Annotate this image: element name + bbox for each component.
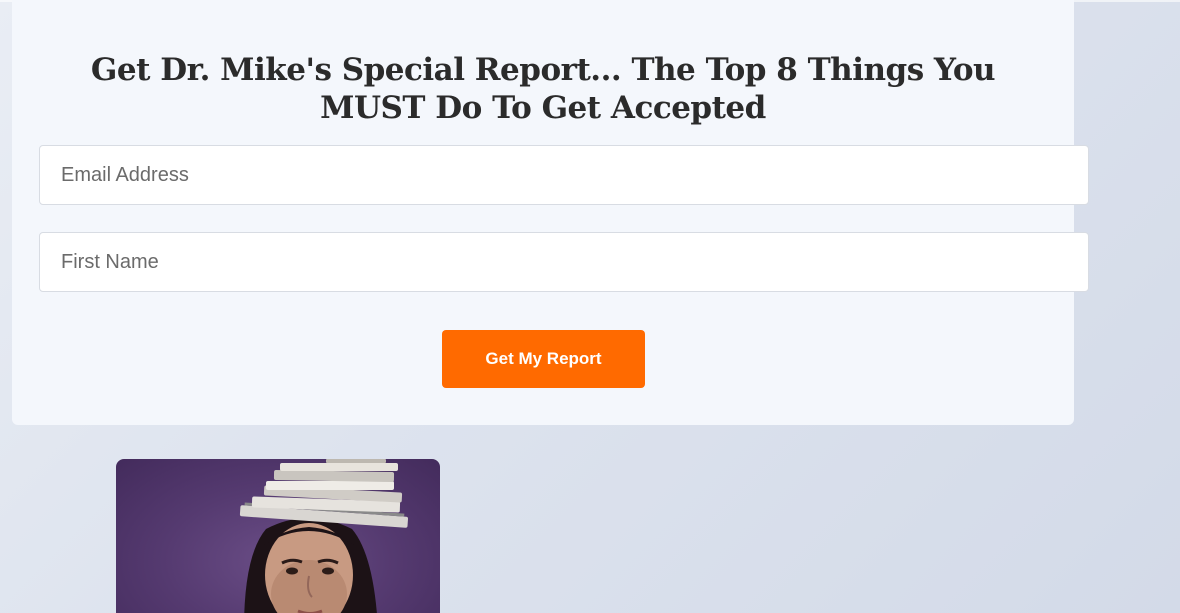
email-field[interactable] — [39, 145, 1089, 205]
get-report-button[interactable]: Get My Report — [442, 330, 645, 388]
optin-card: Get Dr. Mike's Special Report... The Top… — [12, 0, 1089, 425]
student-books-photo — [116, 459, 440, 613]
student-books-illustration — [239, 459, 409, 613]
first-name-field[interactable] — [39, 232, 1089, 292]
optin-headline: Get Dr. Mike's Special Report... The Top… — [90, 52, 996, 126]
